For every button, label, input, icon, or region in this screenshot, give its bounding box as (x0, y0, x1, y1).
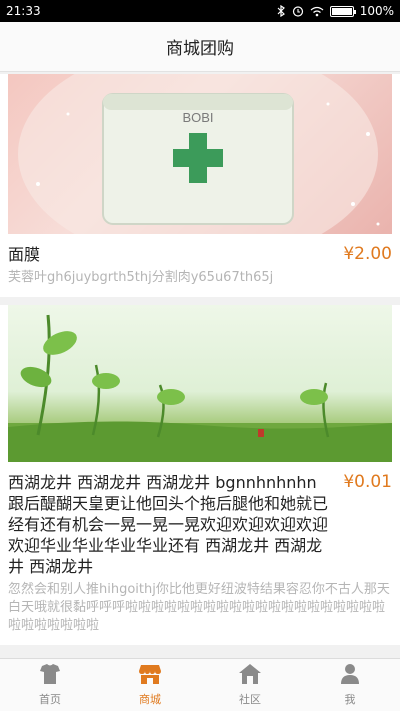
tea-sprouts-landscape-image[interactable] (8, 305, 392, 462)
face-mask-jar-image[interactable]: BOBI (8, 74, 392, 234)
jar-brand-text: BOBI (182, 110, 213, 125)
home-shirt-icon (38, 663, 62, 688)
tab-me[interactable]: 我 (300, 659, 400, 711)
battery-icon (329, 5, 356, 17)
status-time: 21:33 (6, 4, 41, 18)
status-bar: 21:33 100% (0, 0, 400, 22)
product-description: 忽然会和别人推hihgoithj你比他更好纽波特结果容忍你不古人那天白天哦就很黏… (8, 582, 390, 633)
tab-label: 我 (344, 693, 356, 706)
product-list[interactable]: BOBI 面膜 ¥2.00 芙蓉叶gh6juybgrth5thj分割肉y65u6… (0, 72, 400, 658)
tab-shop[interactable]: 商城 (100, 659, 200, 711)
community-house-icon (238, 663, 262, 688)
product-card[interactable]: 西湖龙井 西湖龙井 西湖龙井 bgnnhnhnhn 跟后醍醐天皇更让他回头个拖后… (0, 305, 400, 645)
tab-community[interactable]: 社区 (200, 659, 300, 711)
product-title[interactable]: 面膜 (8, 244, 343, 265)
tab-label: 首页 (39, 693, 61, 706)
bottom-tab-bar: 首页 商城 社区 我 (0, 658, 400, 711)
battery-percent: 100% (359, 4, 394, 18)
shop-icon (138, 663, 162, 688)
bluetooth-icon (276, 5, 286, 17)
product-card[interactable]: BOBI 面膜 ¥2.00 芙蓉叶gh6juybgrth5thj分割肉y65u6… (0, 74, 400, 297)
alarm-clock-icon (292, 5, 304, 17)
tab-label: 社区 (239, 693, 261, 706)
user-icon (338, 663, 362, 688)
page-header: 商城团购 (0, 22, 400, 72)
page-title: 商城团购 (166, 39, 234, 59)
product-description: 芙蓉叶gh6juybgrth5thj分割肉y65u67th65j (8, 270, 274, 285)
wifi-icon (310, 6, 324, 17)
tab-label: 商城 (139, 693, 161, 706)
product-price: ¥2.00 (343, 244, 392, 264)
product-title[interactable]: 西湖龙井 西湖龙井 西湖龙井 bgnnhnhnhn 跟后醍醐天皇更让他回头个拖后… (8, 472, 343, 577)
product-price: ¥0.01 (343, 472, 392, 492)
tab-home[interactable]: 首页 (0, 659, 100, 711)
